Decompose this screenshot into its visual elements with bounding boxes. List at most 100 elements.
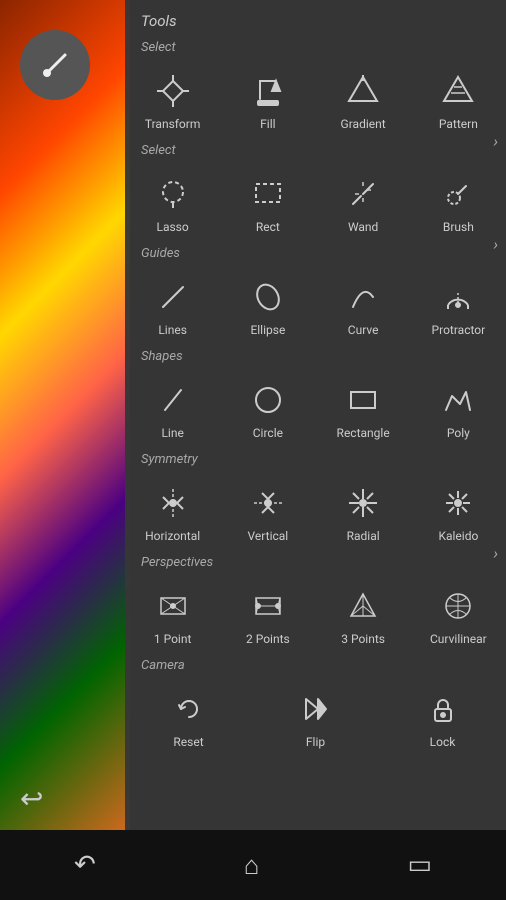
2points-icon xyxy=(246,584,290,628)
section-label-guides: Guides › xyxy=(125,242,506,263)
tools-grid-guides: Lines Ellipse Curve xyxy=(125,263,506,345)
tool-1point-label: 1 Point xyxy=(154,632,192,646)
tool-kaleido[interactable]: Kaleido xyxy=(411,469,506,551)
tool-vertical[interactable]: Vertical xyxy=(220,469,315,551)
tool-reset-label: Reset xyxy=(173,735,203,749)
tool-flip-label: Flip xyxy=(306,735,325,749)
tool-curvilinear[interactable]: Curvilinear xyxy=(411,572,506,654)
tool-radial[interactable]: Radial xyxy=(316,469,411,551)
panel-header: Tools xyxy=(125,0,506,36)
tool-3points-label: 3 Points xyxy=(341,632,385,646)
tool-wand-label: Wand xyxy=(348,220,378,234)
tools-panel: Tools Select Transform xyxy=(125,0,506,830)
lines-icon xyxy=(151,275,195,319)
tool-lines-label: Lines xyxy=(158,323,187,337)
tool-lines[interactable]: Lines xyxy=(125,263,220,345)
tool-rect[interactable]: Rect xyxy=(220,160,315,242)
tool-curve[interactable]: Curve xyxy=(316,263,411,345)
radial-icon xyxy=(341,481,385,525)
tool-rectangle[interactable]: Rectangle xyxy=(316,366,411,448)
tool-radial-label: Radial xyxy=(347,529,380,543)
tool-flip[interactable]: Flip xyxy=(252,675,379,757)
lock-icon xyxy=(421,687,465,731)
wand-icon xyxy=(341,172,385,216)
gradient-icon xyxy=(341,69,385,113)
curvilinear-icon xyxy=(436,584,480,628)
section-label-symmetry: Symmetry xyxy=(125,448,506,469)
tools-grid-select-2: Lasso Rect Wand xyxy=(125,160,506,242)
1point-icon xyxy=(151,584,195,628)
tool-2points-label: 2 Points xyxy=(246,632,290,646)
section-label-perspectives: Perspectives › xyxy=(125,551,506,572)
tool-transform-label: Transform xyxy=(145,117,201,131)
tool-kaleido-label: Kaleido xyxy=(438,529,478,543)
tools-grid-shapes: Line Circle Rectangle P xyxy=(125,366,506,448)
tool-gradient[interactable]: Gradient xyxy=(316,57,411,139)
poly-icon xyxy=(436,378,480,422)
transform-icon xyxy=(151,69,195,113)
tools-grid-select-1: Transform Fill xyxy=(125,57,506,139)
tool-lasso-label: Lasso xyxy=(157,220,189,234)
tools-grid-camera: Reset Flip Lock xyxy=(125,675,506,757)
nav-home-button[interactable]: ⌂ xyxy=(244,850,260,881)
tool-reset[interactable]: Reset xyxy=(125,675,252,757)
tool-line-label: Line xyxy=(161,426,183,440)
tool-pattern-label: Pattern xyxy=(439,117,478,131)
tool-transform[interactable]: Transform xyxy=(125,57,220,139)
nav-back-button[interactable]: ↶ xyxy=(74,850,96,880)
pattern-icon xyxy=(436,69,480,113)
tool-horizontal[interactable]: Horizontal xyxy=(125,469,220,551)
tool-fill-label: Fill xyxy=(260,117,275,131)
tool-poly[interactable]: Poly xyxy=(411,366,506,448)
tool-brush-label: Brush xyxy=(443,220,474,234)
tool-ellipse-label: Ellipse xyxy=(250,323,285,337)
brush-button[interactable] xyxy=(20,30,90,100)
tool-pattern[interactable]: Pattern xyxy=(411,57,506,139)
line-icon xyxy=(151,378,195,422)
lasso-icon xyxy=(151,172,195,216)
tool-rectangle-label: Rectangle xyxy=(337,426,390,440)
back-arrow-icon[interactable]: ↩ xyxy=(20,782,43,815)
background-artwork xyxy=(0,0,130,830)
tool-curve-label: Curve xyxy=(348,323,379,337)
tool-circle-label: Circle xyxy=(253,426,283,440)
tool-lock[interactable]: Lock xyxy=(379,675,506,757)
tool-2points[interactable]: 2 Points xyxy=(220,572,315,654)
circle-icon xyxy=(246,378,290,422)
tool-line[interactable]: Line xyxy=(125,366,220,448)
brush-select-icon xyxy=(436,172,480,216)
tool-protractor[interactable]: Protractor xyxy=(411,263,506,345)
flip-icon xyxy=(294,687,338,731)
section-label-select-1: Select xyxy=(125,36,506,57)
tool-rect-label: Rect xyxy=(256,220,280,234)
tool-lasso[interactable]: Lasso xyxy=(125,160,220,242)
rectangle-icon xyxy=(341,378,385,422)
tool-wand[interactable]: Wand xyxy=(316,160,411,242)
perspectives-chevron-icon: › xyxy=(493,544,498,563)
tools-grid-perspectives: 1 Point 2 Points xyxy=(125,572,506,654)
vertical-icon xyxy=(246,481,290,525)
tool-brush[interactable]: Brush xyxy=(411,160,506,242)
bottom-nav: ↶ ⌂ ▭ xyxy=(0,830,506,900)
tool-fill[interactable]: Fill xyxy=(220,57,315,139)
tool-vertical-label: Vertical xyxy=(248,529,289,543)
section-label-select-2: Select › xyxy=(125,139,506,160)
nav-recent-button[interactable]: ▭ xyxy=(407,850,432,880)
tool-horizontal-label: Horizontal xyxy=(145,529,200,543)
tool-gradient-label: Gradient xyxy=(341,117,386,131)
3points-icon xyxy=(341,584,385,628)
tool-ellipse[interactable]: Ellipse xyxy=(220,263,315,345)
tool-protractor-label: Protractor xyxy=(432,323,486,337)
tools-grid-symmetry: Horizontal Vertical xyxy=(125,469,506,551)
tool-1point[interactable]: 1 Point xyxy=(125,572,220,654)
guides-chevron-icon: › xyxy=(493,235,498,254)
protractor-icon xyxy=(436,275,480,319)
curve-icon xyxy=(341,275,385,319)
tool-3points[interactable]: 3 Points xyxy=(316,572,411,654)
rect-icon xyxy=(246,172,290,216)
tool-curvilinear-label: Curvilinear xyxy=(430,632,487,646)
tool-circle[interactable]: Circle xyxy=(220,366,315,448)
tool-lock-label: Lock xyxy=(430,735,456,749)
ellipse-icon xyxy=(246,275,290,319)
select-chevron-icon: › xyxy=(493,132,498,151)
